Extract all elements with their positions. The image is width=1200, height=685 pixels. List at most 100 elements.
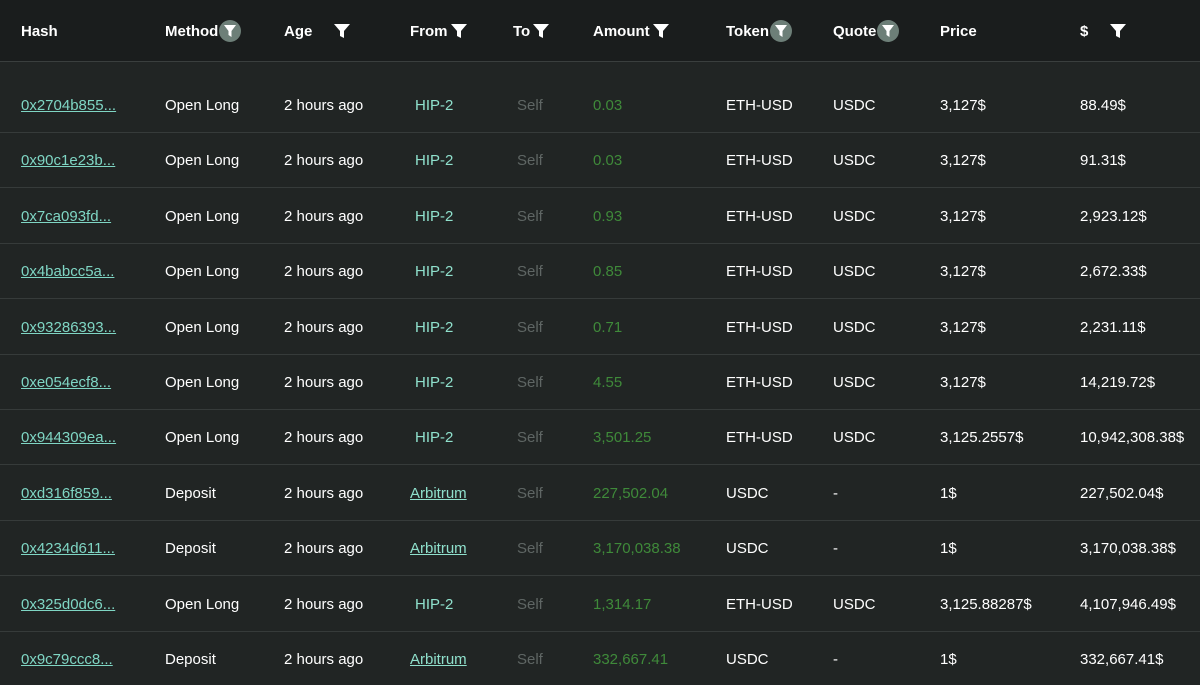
age-cell: 2 hours ago	[284, 97, 364, 114]
amount-cell: 1,314.17	[593, 595, 652, 613]
from-column-cell: HIP-2	[415, 300, 453, 355]
hash-column-cell: 0xd316f859...	[21, 466, 112, 521]
amount-column-cell: 3,501.25	[593, 410, 651, 465]
filter-funnel-icon[interactable]	[333, 22, 351, 40]
amount-column-cell: 0.03	[593, 133, 622, 188]
quote-cell: USDC	[833, 595, 876, 613]
filter-funnel-icon[interactable]	[219, 20, 242, 42]
hash-link[interactable]: 0x7ca093fd...	[21, 208, 111, 225]
usd-value-cell: 332,667.41$	[1080, 651, 1164, 668]
hash-column-cell: 0x9c79ccc8...	[21, 632, 113, 685]
token-column-cell: USDC	[726, 466, 769, 521]
from-column-cell: HIP-2	[415, 577, 453, 632]
quote-cell: USDC	[833, 263, 876, 281]
usd-value-cell: 2,672.33$	[1080, 263, 1147, 281]
hash-link[interactable]: 0x9c79ccc8...	[21, 651, 113, 668]
to-cell: Self	[517, 152, 543, 170]
header-price: Price	[940, 0, 977, 62]
token-cell: USDC	[726, 651, 769, 668]
hash-link[interactable]: 0x4234d611...	[21, 540, 115, 557]
table-row[interactable]: 0x325d0dc6... Open Long 2 hours ago HIP-2 Se…	[0, 577, 1200, 632]
quote-column-cell: USDC	[833, 410, 876, 465]
amount-cell: 0.03	[593, 97, 623, 114]
from-column-cell: HIP-2	[415, 78, 453, 133]
from-link[interactable]: Arbitrum	[410, 485, 467, 502]
age-cell: 2 hours ago	[284, 595, 364, 613]
age-column-cell: 2 hours ago	[284, 133, 363, 188]
header-method-label: Method	[165, 22, 219, 40]
table-row[interactable]: 0x4babcc5a... Open Long 2 hours ago HIP-2 Se…	[0, 244, 1200, 300]
usd-column-cell: 2,231.11$	[1080, 300, 1146, 355]
filter-funnel-icon[interactable]	[450, 22, 468, 40]
quote-cell: USDC	[833, 207, 876, 225]
age-cell: 2 hours ago	[284, 374, 364, 391]
usd-column-cell: 4,107,946.49$	[1080, 577, 1176, 632]
to-cell: Self	[517, 484, 543, 502]
amount-column-cell: 227,502.04	[593, 466, 668, 521]
hash-column-cell: 0x2704b855...	[21, 78, 116, 133]
hash-link[interactable]: 0xd316f859...	[21, 485, 112, 502]
filter-funnel-icon[interactable]	[1109, 22, 1127, 40]
from-link[interactable]: Arbitrum	[410, 540, 467, 557]
token-cell: ETH-USD	[726, 263, 793, 281]
age-column-cell: 2 hours ago	[284, 300, 363, 355]
token-column-cell: ETH-USD	[726, 300, 793, 355]
table-row[interactable]: 0x93286393... Open Long 2 hours ago HIP-2 Se…	[0, 300, 1200, 355]
table-row[interactable]: 0xd316f859... Deposit 2 hours ago Arbitrum S…	[0, 466, 1200, 521]
method-cell: Open Long	[165, 429, 240, 447]
method-column-cell: Open Long	[165, 410, 239, 465]
filter-funnel-icon[interactable]	[532, 22, 550, 40]
price-column-cell: 3,127$	[940, 355, 986, 410]
header-quote: Quote	[833, 0, 900, 62]
quote-column-cell: -	[833, 632, 838, 685]
table-row[interactable]: 0x7ca093fd... Open Long 2 hours ago HIP-2 Se…	[0, 189, 1200, 244]
from-column-cell: Arbitrum	[410, 466, 467, 521]
usd-column-cell: 14,219.72$	[1080, 355, 1155, 410]
table-row[interactable]: 0x944309ea... Open Long 2 hours ago HIP-2 Se…	[0, 410, 1200, 466]
hash-link[interactable]: 0xe054ecf8...	[21, 374, 111, 391]
filter-funnel-icon[interactable]	[877, 20, 900, 42]
filter-funnel-icon[interactable]	[652, 22, 670, 40]
token-column-cell: ETH-USD	[726, 189, 793, 244]
age-column-cell: 2 hours ago	[284, 577, 363, 632]
age-cell: 2 hours ago	[284, 540, 364, 558]
price-column-cell: 3,125.2557$	[940, 410, 1023, 465]
from-column-cell: HIP-2	[415, 244, 453, 299]
hash-link[interactable]: 0x4babcc5a...	[21, 263, 114, 280]
from-link[interactable]: Arbitrum	[410, 651, 467, 668]
price-column-cell: 3,127$	[940, 189, 986, 244]
token-cell: ETH-USD	[726, 152, 793, 170]
to-column-cell: Self	[517, 355, 543, 410]
to-column-cell: Self	[517, 78, 543, 133]
hash-link[interactable]: 0x325d0dc6...	[21, 596, 115, 613]
header-price-label: Price	[940, 22, 977, 40]
header-from: From	[410, 0, 468, 62]
to-cell: Self	[517, 97, 543, 114]
method-cell: Deposit	[165, 484, 216, 502]
table-row[interactable]: 0x9c79ccc8... Deposit 2 hours ago Arbitrum S…	[0, 632, 1200, 685]
amount-cell: 0.71	[593, 318, 623, 336]
header-token-label: Token	[726, 22, 770, 40]
table-row[interactable]: 0x4234d611... Deposit 2 hours ago Arbitrum S…	[0, 521, 1200, 577]
hash-link[interactable]: 0x944309ea...	[21, 429, 116, 446]
header-to-label: To	[513, 22, 531, 40]
filter-funnel-icon[interactable]	[770, 20, 793, 42]
hash-link[interactable]: 0x90c1e23b...	[21, 152, 115, 169]
quote-column-cell: USDC	[833, 244, 876, 299]
token-column-cell: ETH-USD	[726, 410, 793, 465]
hash-link[interactable]: 0x93286393...	[21, 319, 116, 336]
from-cell: HIP-2	[415, 97, 454, 114]
table-row[interactable]: 0xe054ecf8... Open Long 2 hours ago HIP-2 Se…	[0, 355, 1200, 410]
to-cell: Self	[517, 540, 543, 558]
table-row[interactable]: 0x90c1e23b... Open Long 2 hours ago HIP-2 Se…	[0, 133, 1200, 189]
quote-column-cell: -	[833, 466, 838, 521]
quote-column-cell: USDC	[833, 355, 876, 410]
table-header: Hash Method Age From To Amount Token Quo…	[0, 0, 1200, 62]
price-column-cell: 3,127$	[940, 244, 986, 299]
amount-cell: 3,501.25	[593, 429, 652, 447]
table-row[interactable]: 0x2704b855... Open Long 2 hours ago HIP-2 Se…	[0, 78, 1200, 133]
to-column-cell: Self	[517, 577, 543, 632]
hash-link[interactable]: 0x2704b855...	[21, 97, 116, 114]
price-column-cell: 3,127$	[940, 133, 986, 188]
usd-column-cell: 2,923.12$	[1080, 189, 1147, 244]
